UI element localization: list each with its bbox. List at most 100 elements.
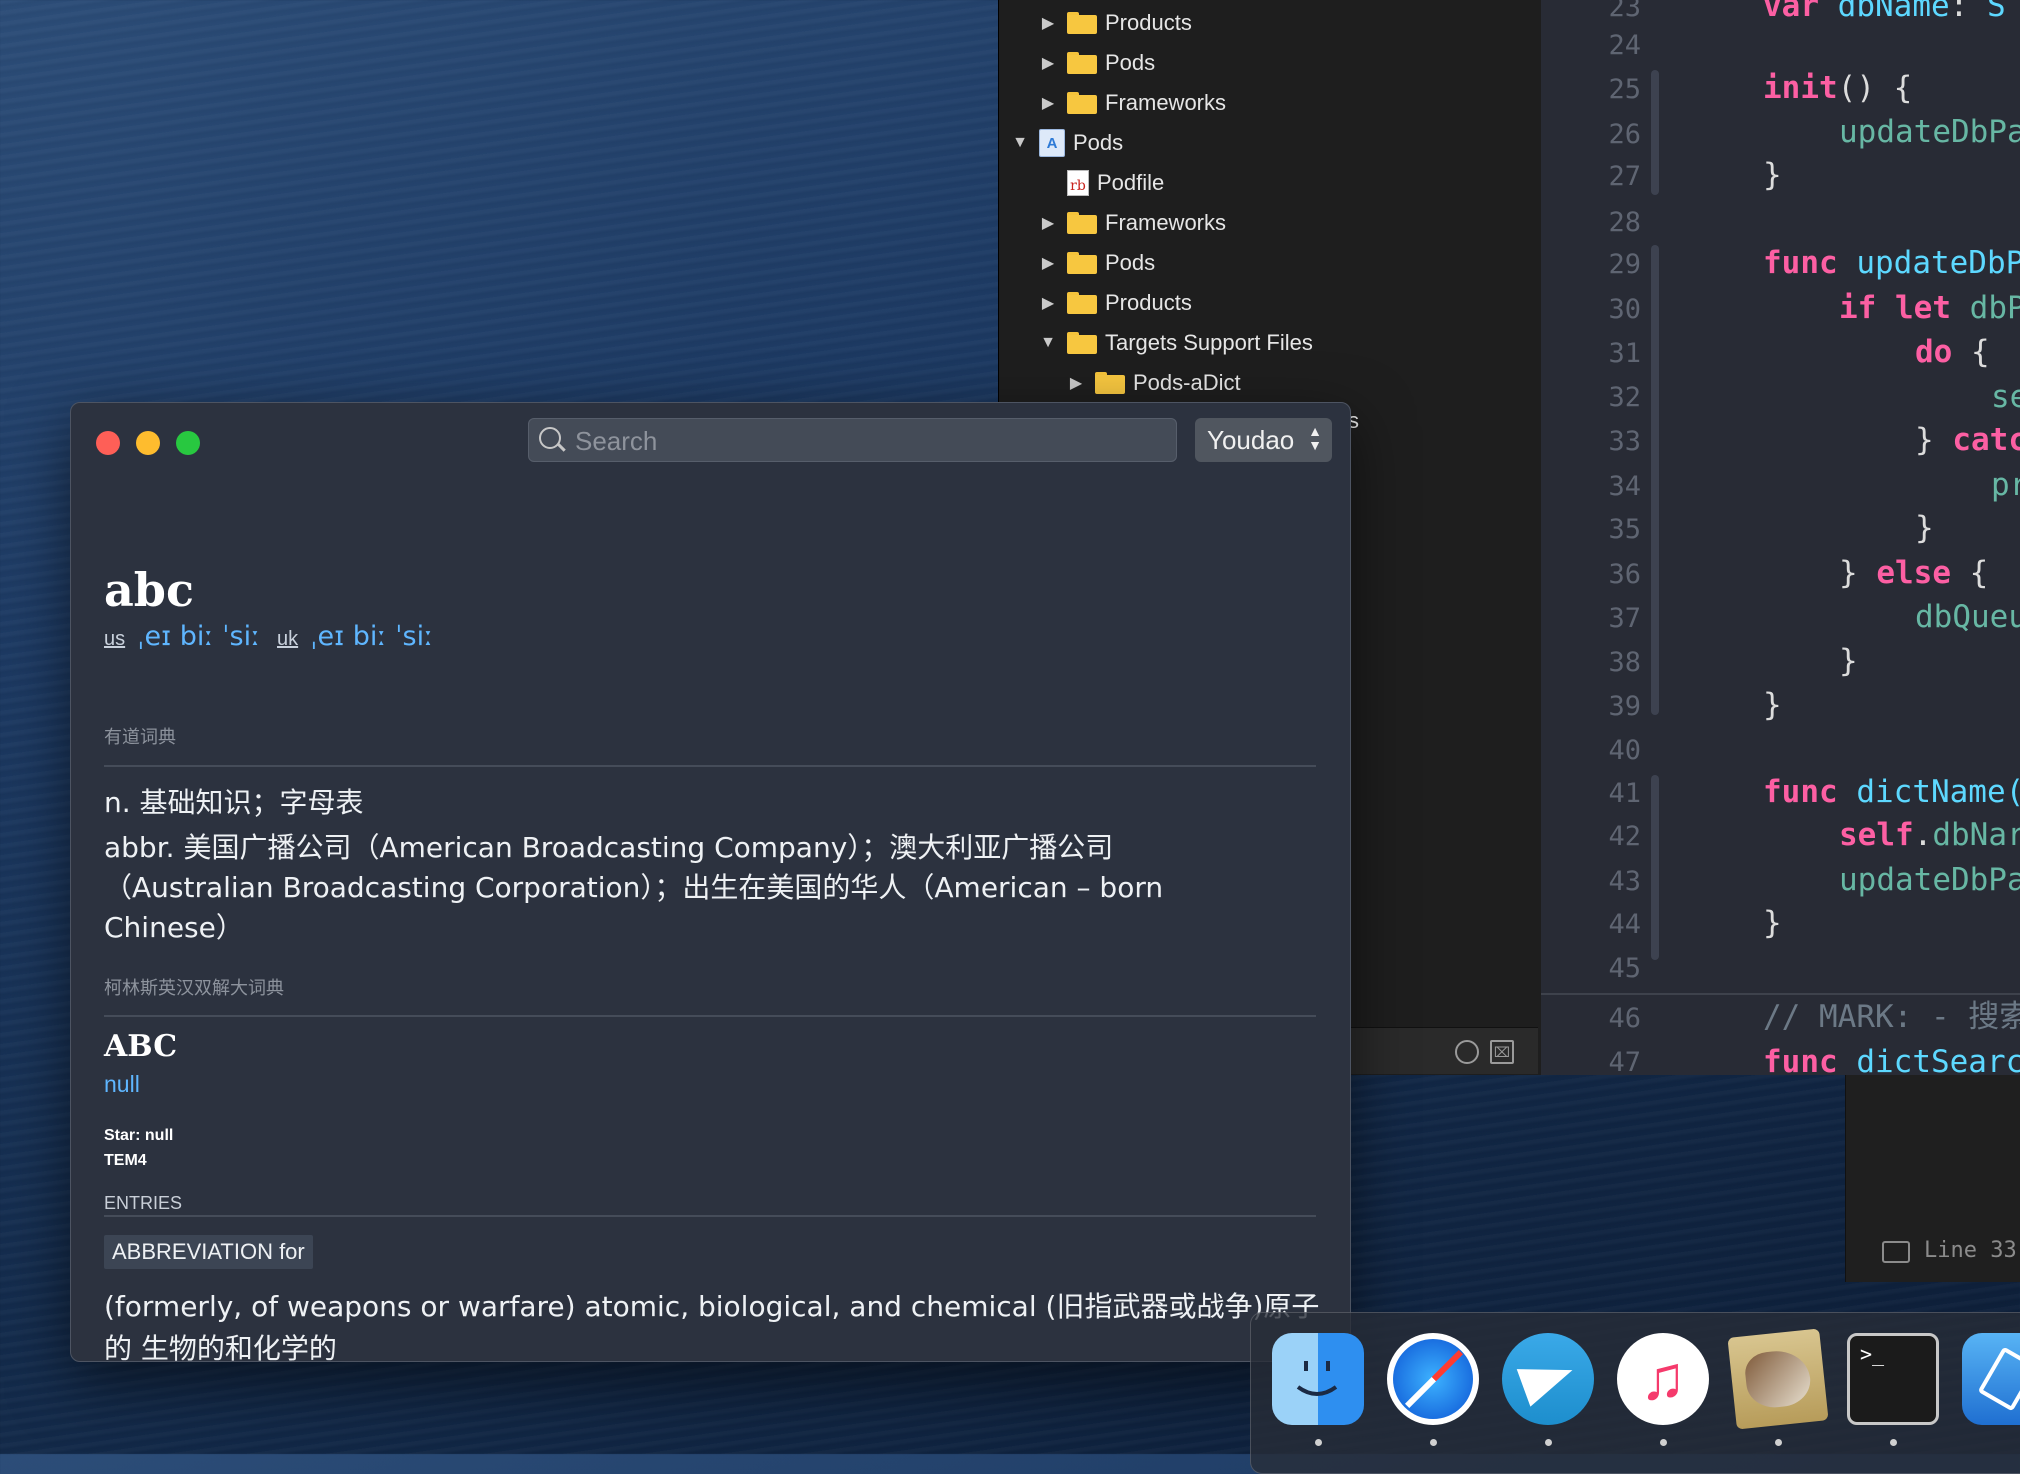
code-line: } bbox=[1763, 157, 1782, 193]
search-field[interactable] bbox=[528, 418, 1177, 462]
pronounce-uk-button[interactable]: uk bbox=[277, 628, 298, 650]
engine-select-value: Youdao bbox=[1207, 424, 1295, 455]
line-number: 45 bbox=[1608, 953, 1641, 984]
navigator-row[interactable]: ▶ Frameworks bbox=[1039, 84, 1226, 122]
navigator-item-label: Products bbox=[1105, 290, 1192, 315]
dictionary-engine-select[interactable]: Youdao ▲ ▼ bbox=[1195, 418, 1332, 462]
disclosure-down-icon[interactable]: ▼ bbox=[1011, 134, 1029, 152]
code-editor[interactable]: 23 24 25 26 27 28 29 30 31 32 33 34 35 3… bbox=[1541, 0, 2020, 1075]
folder-icon bbox=[1067, 52, 1097, 74]
navigator-item-label: Pods bbox=[1105, 50, 1156, 75]
recent-files-clock-icon[interactable] bbox=[1455, 1040, 1479, 1064]
code-line: } bbox=[1915, 510, 1934, 546]
zoom-window-button[interactable] bbox=[176, 431, 200, 455]
line-number: 41 bbox=[1608, 778, 1641, 809]
collins-section-title: 柯林斯英汉双解大词典 bbox=[104, 978, 284, 999]
running-indicator bbox=[1315, 1439, 1322, 1446]
folder-icon bbox=[1067, 212, 1097, 234]
music-note-icon: ♫ bbox=[1639, 1344, 1687, 1413]
code-line: var dbName: S bbox=[1763, 0, 2006, 24]
collins-headword: ABC bbox=[104, 1029, 178, 1064]
line-number: 32 bbox=[1608, 382, 1641, 413]
code-line: func updateDbP bbox=[1763, 245, 2020, 281]
line-number: 34 bbox=[1608, 471, 1641, 502]
paper-plane-icon bbox=[1516, 1351, 1580, 1407]
navigator-row[interactable]: ▶ Frameworks bbox=[1039, 204, 1226, 242]
running-indicator bbox=[1545, 1439, 1552, 1446]
definition-line: abbr. 美国广播公司（American Broadcasting Compa… bbox=[104, 831, 1164, 944]
phonetic-us: us ˌeɪ biː ˈsiː bbox=[104, 621, 260, 652]
disclosure-right-icon[interactable]: ▶ bbox=[1039, 213, 1057, 233]
navigator-row[interactable]: ▶ Pods-aDict bbox=[1067, 364, 1241, 402]
code-fold-ribbon[interactable] bbox=[1651, 245, 1659, 715]
terminal-prompt-glyph: >_ bbox=[1860, 1342, 1885, 1366]
navigator-row[interactable]: ▶ Pods bbox=[1039, 44, 1155, 82]
ipa-text: ˌeɪ biː ˈsiː bbox=[310, 621, 434, 652]
folder-icon bbox=[1095, 372, 1125, 394]
line-number: 46 bbox=[1608, 1003, 1641, 1034]
line-number: 30 bbox=[1608, 294, 1641, 325]
music-icon[interactable]: ♫ bbox=[1617, 1333, 1709, 1425]
close-window-button[interactable] bbox=[96, 431, 120, 455]
disclosure-down-icon[interactable]: ▼ bbox=[1039, 334, 1057, 352]
headword: abc bbox=[104, 563, 194, 617]
disclosure-right-icon[interactable]: ▶ bbox=[1039, 253, 1057, 273]
navigator-row[interactable]: ▶ Products bbox=[1039, 4, 1192, 42]
finder-icon[interactable] bbox=[1272, 1333, 1364, 1425]
line-number: 37 bbox=[1608, 603, 1641, 634]
code-line: pr bbox=[1991, 467, 2020, 503]
line-number: 43 bbox=[1608, 866, 1641, 897]
navigator-item-label: Podfile bbox=[1097, 170, 1165, 195]
line-number: 31 bbox=[1608, 338, 1641, 369]
safari-icon[interactable] bbox=[1387, 1333, 1479, 1425]
mail-icon[interactable] bbox=[1727, 1328, 1829, 1430]
line-number: 39 bbox=[1608, 691, 1641, 722]
disclosure-right-icon[interactable]: ▶ bbox=[1039, 93, 1057, 113]
disclosure-right-icon[interactable]: ▶ bbox=[1039, 13, 1057, 33]
line-number: 42 bbox=[1608, 821, 1641, 852]
code-line: dbQueu bbox=[1915, 599, 2020, 635]
mail-stamp-eagle-icon bbox=[1743, 1347, 1813, 1411]
line-number: 40 bbox=[1608, 735, 1641, 766]
navigator-row[interactable]: ▶ Products bbox=[1039, 284, 1192, 322]
code-line: func dictSearc bbox=[1763, 1044, 2020, 1075]
disclosure-right-icon[interactable]: ▶ bbox=[1039, 293, 1057, 313]
pronounce-us-button[interactable]: us bbox=[104, 628, 125, 650]
collins-star: Star: null bbox=[104, 1127, 174, 1144]
xcode-icon[interactable] bbox=[1962, 1333, 2020, 1425]
console-icon[interactable] bbox=[1882, 1241, 1910, 1263]
navigator-row[interactable]: ▼ A Pods bbox=[1011, 124, 1123, 162]
navigator-row[interactable]: ▶ Pods bbox=[1039, 244, 1155, 282]
search-input[interactable] bbox=[573, 423, 1167, 459]
telegram-icon[interactable] bbox=[1502, 1333, 1594, 1425]
code-line: updateDbPa bbox=[1839, 114, 2020, 150]
dock: ♫ >_ bbox=[1250, 1312, 2020, 1474]
minimize-window-button[interactable] bbox=[136, 431, 160, 455]
debug-area: Line 33 bbox=[1845, 1075, 2020, 1282]
code-line: } else { bbox=[1839, 555, 1989, 591]
navigator-row[interactable]: rb Podfile bbox=[1067, 164, 1164, 202]
line-number: 26 bbox=[1608, 119, 1641, 150]
folder-icon bbox=[1067, 332, 1097, 354]
running-indicator bbox=[1890, 1439, 1897, 1446]
disclosure-right-icon[interactable]: ▶ bbox=[1067, 373, 1085, 393]
up-down-chevron-icon: ▲ ▼ bbox=[1308, 423, 1322, 453]
folder-icon bbox=[1067, 292, 1097, 314]
navigator-row[interactable]: ▼ Targets Support Files bbox=[1039, 324, 1313, 362]
line-number: 36 bbox=[1608, 559, 1641, 590]
source-control-filter-icon[interactable]: ⌧ bbox=[1490, 1040, 1514, 1064]
xcode-hammer-icon bbox=[1977, 1346, 2020, 1412]
collins-exam-level: TEM4 bbox=[104, 1152, 147, 1169]
terminal-icon[interactable]: >_ bbox=[1847, 1333, 1939, 1425]
line-number: 35 bbox=[1608, 514, 1641, 545]
ipa-text: ˌeɪ biː ˈsiː bbox=[137, 621, 261, 652]
navigator-item-label: Pods-aDict bbox=[1133, 370, 1241, 395]
navigator-item-label: Frameworks bbox=[1105, 90, 1227, 115]
line-number: 27 bbox=[1608, 161, 1641, 192]
code-fold-ribbon[interactable] bbox=[1651, 775, 1659, 960]
running-indicator bbox=[1430, 1439, 1437, 1446]
code-line: } catc bbox=[1915, 422, 2020, 458]
disclosure-right-icon[interactable]: ▶ bbox=[1039, 53, 1057, 73]
code-fold-ribbon[interactable] bbox=[1651, 70, 1659, 195]
code-line: } bbox=[1839, 643, 1858, 679]
